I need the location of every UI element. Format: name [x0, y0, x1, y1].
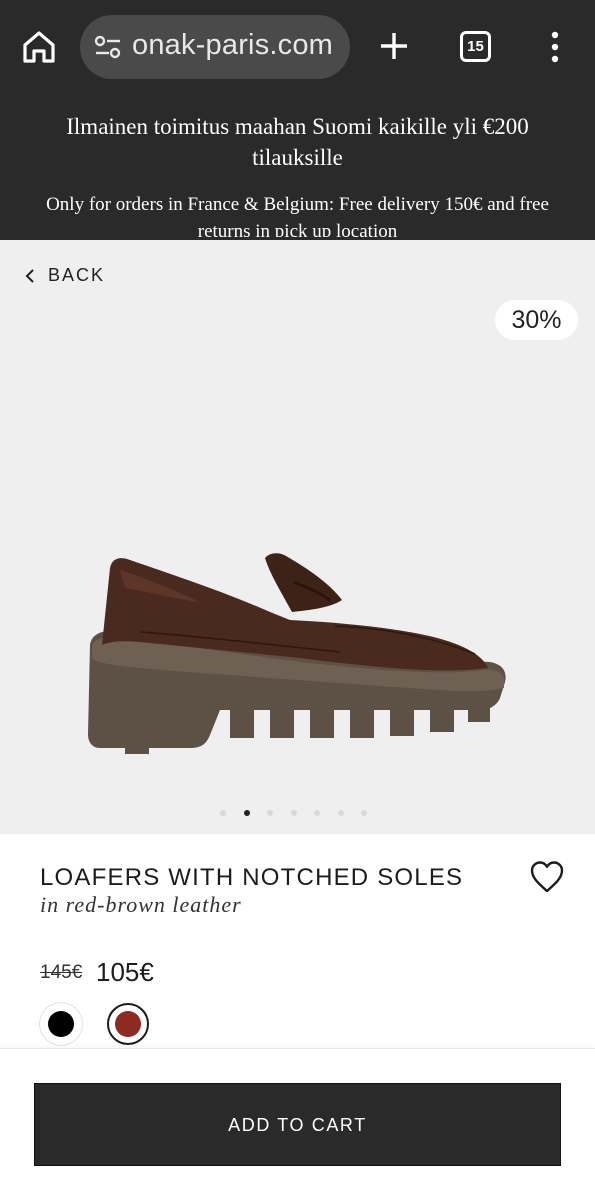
- more-menu-icon[interactable]: [548, 30, 562, 64]
- gallery-dot-5[interactable]: [314, 810, 320, 816]
- new-tab-icon[interactable]: [378, 30, 410, 62]
- gallery-dot-4[interactable]: [290, 810, 297, 816]
- back-label[interactable]: BACK: [48, 265, 105, 286]
- swatch-fill-black: [48, 1011, 74, 1037]
- site-settings-icon[interactable]: [94, 35, 122, 59]
- add-to-cart-button[interactable]: ADD TO CART: [34, 1083, 561, 1166]
- promo-free-shipping-text: Ilmainen toimitus maahan Suomi kaikille …: [66, 114, 529, 170]
- gallery-dot-7[interactable]: [361, 810, 367, 816]
- home-icon[interactable]: [20, 28, 58, 66]
- promo-banner: Ilmainen toimitus maahan Suomi kaikille …: [0, 95, 595, 240]
- url-text[interactable]: onak-paris.com: [132, 29, 333, 62]
- tab-switcher-icon[interactable]: 15: [460, 31, 491, 62]
- gallery-dot-1[interactable]: [220, 810, 226, 816]
- gallery-dot-3[interactable]: [267, 810, 273, 816]
- sale-price: 105€: [96, 957, 154, 987]
- address-bar[interactable]: onak-paris.com: [80, 15, 350, 79]
- discount-badge: 30%: [495, 300, 578, 340]
- color-swatch-black[interactable]: [40, 1003, 82, 1045]
- browser-toolbar: onak-paris.com 15: [0, 0, 595, 95]
- color-swatch-red-brown-selected[interactable]: [107, 1003, 149, 1045]
- original-price: 145€: [40, 962, 83, 983]
- gallery-dot-6[interactable]: [337, 810, 344, 816]
- product-subtitle: in red-brown leather: [40, 892, 242, 917]
- chevron-left-icon: [25, 268, 34, 283]
- swatch-fill-red-brown: [115, 1011, 141, 1037]
- product-image-loafer[interactable]: [80, 550, 520, 765]
- gallery-pagination[interactable]: [220, 810, 385, 816]
- product-title: LOAFERS WITH NOTCHED SOLES: [40, 864, 464, 891]
- product-gallery[interactable]: BACK 30%: [0, 240, 595, 834]
- heart-icon[interactable]: [529, 860, 565, 894]
- gallery-dot-2-active[interactable]: [243, 810, 250, 816]
- promo-france-belgium-text: Only for orders in France & Belgium: Fre…: [46, 194, 549, 237]
- back-link[interactable]: BACK: [24, 265, 105, 286]
